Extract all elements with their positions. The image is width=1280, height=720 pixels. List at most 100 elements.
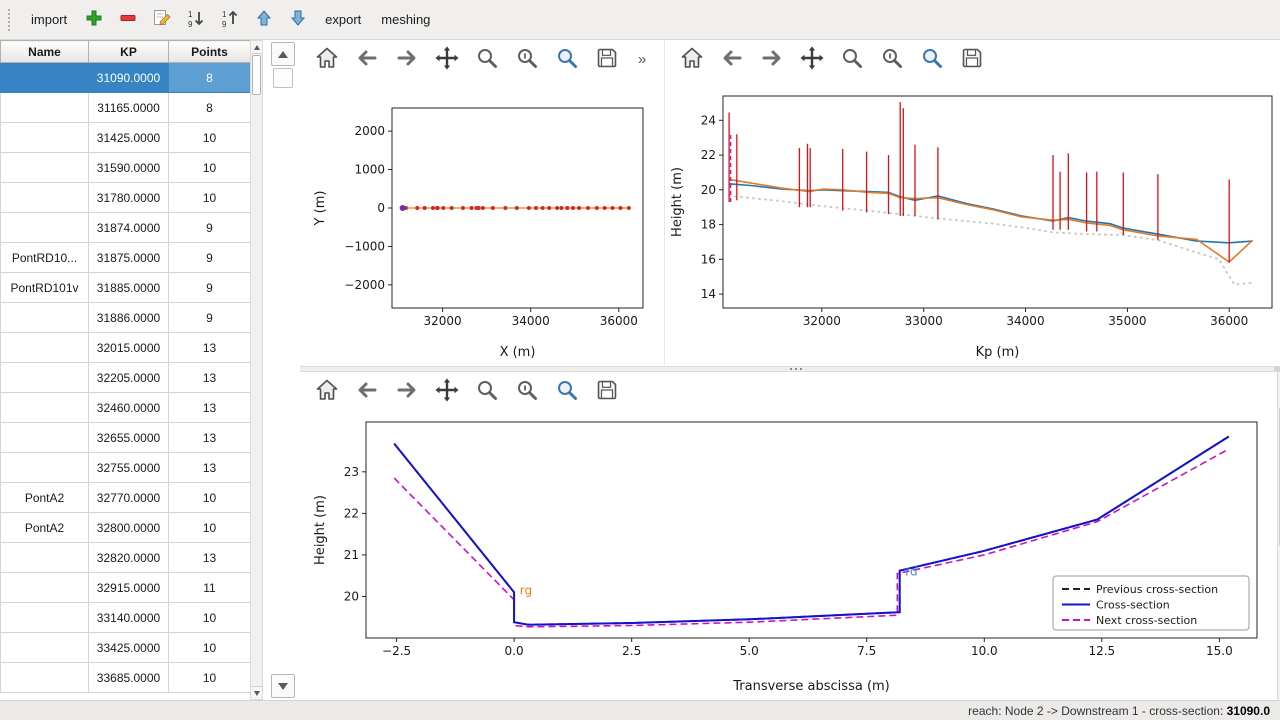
cell-name[interactable]: PontRD10... bbox=[1, 243, 89, 273]
cell-points[interactable]: 11 bbox=[169, 573, 251, 603]
table-row[interactable]: 31780.000010 bbox=[1, 183, 251, 213]
cell-points[interactable]: 9 bbox=[169, 213, 251, 243]
cell-kp[interactable]: 31090.0000 bbox=[89, 63, 169, 93]
cell-kp[interactable]: 31590.0000 bbox=[89, 153, 169, 183]
cell-kp[interactable]: 31425.0000 bbox=[89, 123, 169, 153]
cell-name[interactable] bbox=[1, 663, 89, 693]
cell-points[interactable]: 8 bbox=[169, 63, 251, 93]
table-row[interactable]: 31165.00008 bbox=[1, 93, 251, 123]
table-scroll-up-button[interactable] bbox=[251, 41, 262, 54]
cell-kp[interactable]: 31875.0000 bbox=[89, 243, 169, 273]
cell-points[interactable]: 10 bbox=[169, 603, 251, 633]
table-row[interactable]: 31886.00009 bbox=[1, 303, 251, 333]
meshing-button[interactable]: meshing bbox=[372, 6, 439, 33]
cell-name[interactable] bbox=[1, 603, 89, 633]
column-header-kp[interactable]: KP bbox=[89, 41, 169, 63]
move-row-up-button[interactable] bbox=[271, 42, 295, 66]
table-row[interactable]: 33685.000010 bbox=[1, 663, 251, 693]
table-row[interactable]: 31590.000010 bbox=[1, 153, 251, 183]
toolbar-overflow-button[interactable]: » bbox=[633, 46, 651, 73]
cell-kp[interactable]: 32015.0000 bbox=[89, 333, 169, 363]
back-button[interactable] bbox=[718, 46, 745, 73]
forward-button[interactable] bbox=[758, 46, 785, 73]
zoom-alt-button[interactable] bbox=[513, 378, 540, 405]
table-row[interactable]: PontA232770.000010 bbox=[1, 483, 251, 513]
zoom-region-button[interactable] bbox=[553, 378, 580, 405]
panel-scrollbar-thumb[interactable] bbox=[273, 68, 293, 88]
cell-points[interactable]: 10 bbox=[169, 183, 251, 213]
cell-name[interactable] bbox=[1, 183, 89, 213]
cell-kp[interactable]: 32460.0000 bbox=[89, 393, 169, 423]
cell-points[interactable]: 10 bbox=[169, 633, 251, 663]
zoom-region-button[interactable] bbox=[918, 46, 945, 73]
zoom-button[interactable] bbox=[473, 378, 500, 405]
pan-button[interactable] bbox=[798, 46, 825, 73]
zoom-region-button[interactable] bbox=[553, 46, 580, 73]
cell-kp[interactable]: 31886.0000 bbox=[89, 303, 169, 333]
cell-kp[interactable]: 32820.0000 bbox=[89, 543, 169, 573]
cell-name[interactable] bbox=[1, 213, 89, 243]
cell-points[interactable]: 9 bbox=[169, 303, 251, 333]
cell-name[interactable] bbox=[1, 393, 89, 423]
table-row[interactable]: 31425.000010 bbox=[1, 123, 251, 153]
cell-name[interactable]: PontA2 bbox=[1, 483, 89, 513]
pan-button[interactable] bbox=[433, 46, 460, 73]
longitudinal-profile-chart[interactable]: 3200033000340003500036000141618202224Kp … bbox=[665, 78, 1280, 366]
cell-name[interactable] bbox=[1, 63, 89, 93]
cell-points[interactable]: 13 bbox=[169, 423, 251, 453]
table-row[interactable]: 32820.000013 bbox=[1, 543, 251, 573]
cell-name[interactable] bbox=[1, 453, 89, 483]
forward-button[interactable] bbox=[393, 46, 420, 73]
table-row[interactable]: PontA232800.000010 bbox=[1, 513, 251, 543]
table-row[interactable]: 32460.000013 bbox=[1, 393, 251, 423]
cell-points[interactable]: 13 bbox=[169, 363, 251, 393]
zoom-alt-button[interactable] bbox=[513, 46, 540, 73]
home-button[interactable] bbox=[313, 378, 340, 405]
cell-points[interactable]: 13 bbox=[169, 333, 251, 363]
table-row[interactable]: 32915.000011 bbox=[1, 573, 251, 603]
import-button[interactable]: import bbox=[22, 6, 76, 33]
cell-kp[interactable]: 31780.0000 bbox=[89, 183, 169, 213]
back-button[interactable] bbox=[353, 46, 380, 73]
cell-name[interactable] bbox=[1, 333, 89, 363]
pan-button[interactable] bbox=[433, 378, 460, 405]
cell-kp[interactable]: 33425.0000 bbox=[89, 633, 169, 663]
table-scroll-down-button[interactable] bbox=[251, 686, 262, 699]
sort-ascending-button[interactable]: 19 bbox=[214, 4, 246, 36]
horizontal-splitter[interactable] bbox=[300, 366, 1280, 372]
cell-points[interactable]: 10 bbox=[169, 123, 251, 153]
cell-name[interactable] bbox=[1, 573, 89, 603]
cell-name[interactable]: PontRD101v bbox=[1, 273, 89, 303]
cell-points[interactable]: 10 bbox=[169, 483, 251, 513]
cell-kp[interactable]: 33685.0000 bbox=[89, 663, 169, 693]
cell-kp[interactable]: 32800.0000 bbox=[89, 513, 169, 543]
cell-points[interactable]: 13 bbox=[169, 453, 251, 483]
move-down-button[interactable] bbox=[282, 4, 314, 36]
cell-points[interactable]: 13 bbox=[169, 543, 251, 573]
cell-kp[interactable]: 32655.0000 bbox=[89, 423, 169, 453]
export-button[interactable]: export bbox=[316, 6, 370, 33]
table-row[interactable]: 32655.000013 bbox=[1, 423, 251, 453]
cell-points[interactable]: 9 bbox=[169, 273, 251, 303]
table-row[interactable]: 32755.000013 bbox=[1, 453, 251, 483]
cell-name[interactable] bbox=[1, 93, 89, 123]
cell-name[interactable] bbox=[1, 303, 89, 333]
table-row[interactable]: 31874.00009 bbox=[1, 213, 251, 243]
cell-points[interactable]: 13 bbox=[169, 393, 251, 423]
cross-section-chart[interactable]: −2.50.02.55.07.510.012.515.020212223Tran… bbox=[300, 410, 1271, 700]
table-row[interactable]: PontRD101v31885.00009 bbox=[1, 273, 251, 303]
table-row[interactable]: 32205.000013 bbox=[1, 363, 251, 393]
save-button[interactable] bbox=[958, 46, 985, 73]
cell-name[interactable] bbox=[1, 423, 89, 453]
cell-name[interactable]: PontA2 bbox=[1, 513, 89, 543]
cell-name[interactable] bbox=[1, 153, 89, 183]
move-row-down-button[interactable] bbox=[271, 674, 295, 698]
back-button[interactable] bbox=[353, 378, 380, 405]
cell-points[interactable]: 9 bbox=[169, 243, 251, 273]
cell-kp[interactable]: 32205.0000 bbox=[89, 363, 169, 393]
table-row[interactable]: 33425.000010 bbox=[1, 633, 251, 663]
cell-name[interactable] bbox=[1, 123, 89, 153]
table-row[interactable]: PontRD10...31875.00009 bbox=[1, 243, 251, 273]
cell-kp[interactable]: 32755.0000 bbox=[89, 453, 169, 483]
cell-kp[interactable]: 31885.0000 bbox=[89, 273, 169, 303]
